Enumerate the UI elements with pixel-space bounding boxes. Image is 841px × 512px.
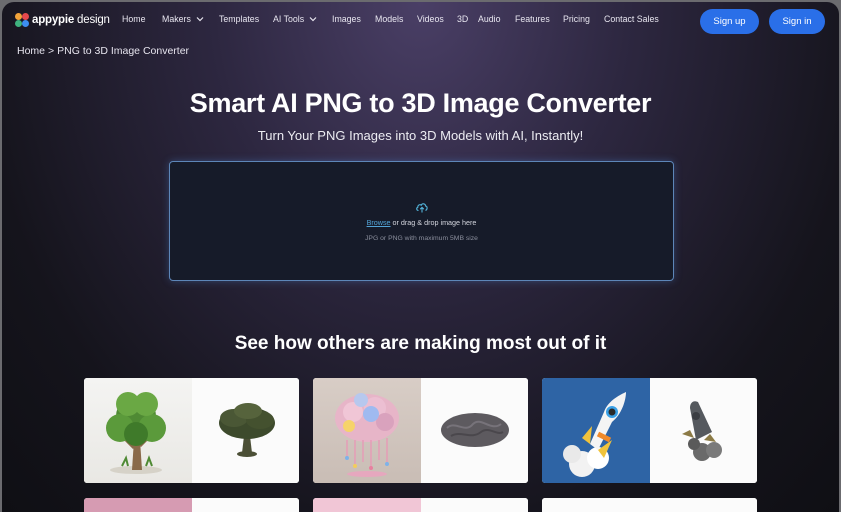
card-image: [191, 498, 299, 512]
browse-link[interactable]: Browse: [367, 218, 391, 227]
nav-item-label: Templates: [219, 14, 260, 24]
nav-item-label: Videos: [417, 14, 444, 24]
nav-item-templates[interactable]: Templates: [219, 14, 273, 24]
nav-item-home[interactable]: Home: [122, 14, 162, 24]
upload-instruction: Browse or drag & drop image here: [170, 218, 673, 227]
rocket-3d-model: [649, 378, 757, 483]
breadcrumb-separator: >: [48, 45, 55, 57]
nav-item-label: Home: [122, 14, 146, 24]
tree-illustration: [106, 392, 166, 474]
brain-3d-model: [420, 378, 528, 483]
nav-item-label: Features: [515, 14, 550, 24]
tree-3d-model: [191, 378, 299, 483]
brand-name: appypie design: [32, 14, 110, 26]
breadcrumb-current: PNG to 3D Image Converter: [57, 45, 190, 57]
nav-item-label: 3D: [457, 14, 469, 24]
rocket-image: [542, 378, 650, 483]
nav-item-makers[interactable]: Makers: [162, 14, 219, 24]
page-subtitle: Turn Your PNG Images into 3D Models with…: [257, 128, 584, 143]
tree-image: [84, 378, 192, 483]
nav-item-label: Models: [375, 14, 404, 24]
brand-name-light: design: [74, 14, 110, 26]
example-card-row2-1[interactable]: [84, 498, 299, 512]
examples-title: See how others are making most out of it: [234, 333, 607, 354]
card-image: [313, 498, 421, 512]
logo-icon: [15, 13, 29, 27]
tree-model-illustration: [218, 403, 275, 457]
brain-model-illustration: [440, 413, 509, 447]
brand-logo[interactable]: appypie design: [15, 13, 110, 27]
nav-item-videos[interactable]: Videos: [417, 14, 457, 24]
nav-item-3d[interactable]: 3D: [457, 14, 478, 24]
upload-instruction-text: or drag & drop image here: [390, 218, 477, 227]
browser-frame: appypie design Home Makers Templates AI …: [2, 2, 839, 512]
card-image: [84, 498, 192, 512]
nav-item-label: Makers: [162, 14, 191, 24]
brain-illustration: [335, 393, 399, 477]
sign-in-button[interactable]: Sign in: [769, 9, 825, 34]
upload-hint: JPG or PNG with maximum 5MB size: [365, 235, 478, 242]
chevron-down-icon: [309, 17, 317, 22]
brand-name-bold: appypie: [32, 14, 75, 26]
nav-item-label: Contact Sales: [604, 14, 659, 24]
example-card-row2-2[interactable]: [313, 498, 528, 512]
nav-item-features[interactable]: Features: [515, 14, 563, 24]
example-card-brain[interactable]: [313, 378, 528, 483]
chevron-down-icon: [196, 17, 204, 22]
nav-item-models[interactable]: Models: [375, 14, 417, 24]
page-title: Smart AI PNG to 3D Image Converter: [189, 88, 652, 118]
example-card-row2-3[interactable]: [542, 498, 757, 512]
nav-item-label: Images: [332, 14, 361, 24]
nav-item-pricing[interactable]: Pricing: [563, 14, 604, 24]
breadcrumb: Home > PNG to 3D Image Converter: [17, 45, 192, 57]
nav-item-label: AI Tools: [273, 14, 305, 24]
nav-links: Home Makers Templates AI Tools Images Mo…: [122, 14, 659, 24]
nav-item-contact-sales[interactable]: Contact Sales: [604, 14, 659, 24]
sign-up-button[interactable]: Sign up: [700, 9, 759, 34]
breadcrumb-home[interactable]: Home: [17, 45, 45, 57]
rocket-illustration: [563, 392, 626, 477]
rocket-model-illustration: [681, 401, 722, 461]
nav-item-ai-tools[interactable]: AI Tools: [273, 14, 332, 24]
example-card-tree[interactable]: [84, 378, 299, 483]
example-card-rocket[interactable]: [542, 378, 757, 483]
card-image: [542, 498, 650, 512]
nav-item-label: Audio: [478, 14, 501, 24]
nav-item-audio[interactable]: Audio: [478, 14, 515, 24]
nav-item-label: Pricing: [563, 14, 590, 24]
cloud-upload-icon: [416, 203, 428, 213]
card-image: [649, 498, 757, 512]
upload-dropzone[interactable]: Browse or drag & drop image here JPG or …: [169, 161, 674, 281]
top-navigation: appypie design Home Makers Templates AI …: [2, 2, 839, 40]
brain-image: [313, 378, 421, 483]
card-image: [420, 498, 528, 512]
nav-item-images[interactable]: Images: [332, 14, 375, 24]
